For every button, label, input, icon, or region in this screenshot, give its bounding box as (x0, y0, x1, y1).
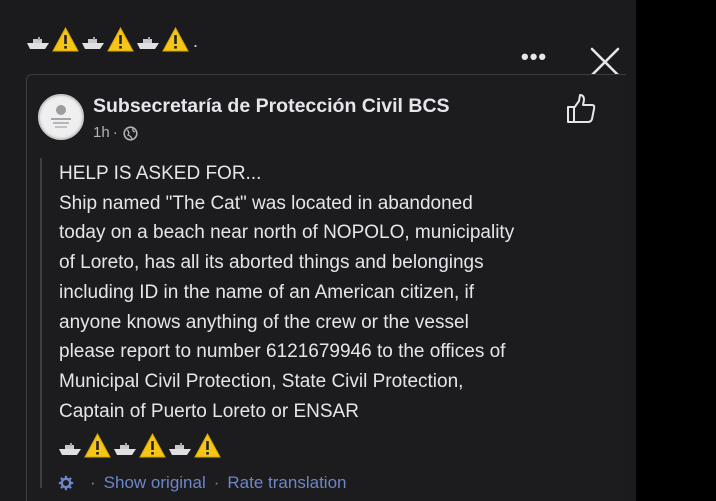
ship-emoji-icon (26, 36, 50, 50)
avatar[interactable] (38, 94, 84, 140)
post-text-line: please report to number 6121679946 to th… (59, 341, 506, 363)
header-emoji-row: . (26, 22, 198, 52)
translation-separator: · (90, 473, 96, 492)
warning-emoji-icon (194, 432, 221, 458)
ship-emoji-icon (168, 442, 192, 456)
page-name-link[interactable]: Subsecretaría de Protección Civil BCS (93, 94, 450, 118)
warning-emoji-icon (162, 26, 189, 52)
trailing-dot: . (193, 31, 199, 51)
warning-emoji-icon (139, 432, 166, 458)
ship-emoji-icon (81, 36, 105, 50)
post-text-line: HELP IS ASKED FOR... (59, 163, 262, 184)
warning-emoji-icon (52, 26, 79, 52)
post-time[interactable]: 1h (93, 124, 110, 142)
post-meta: 1h · (93, 124, 138, 142)
quote-divider (40, 158, 42, 488)
show-original-link[interactable]: Show original (104, 472, 206, 494)
post-text: HELP IS ASKED FOR... Ship named "The Cat… (59, 159, 619, 426)
translation-separator: · (213, 473, 220, 492)
warning-emoji-icon (84, 432, 111, 458)
ship-emoji-icon (113, 442, 137, 456)
right-edge-background (636, 0, 716, 501)
post-text-line: Captain of Puerto Loreto or ENSAR (59, 400, 359, 422)
post-text-line: today on a beach near north of NOPOLO, m… (59, 222, 515, 244)
gear-icon[interactable] (58, 475, 74, 491)
post-text-line: Ship named "The Cat" was located in aban… (59, 192, 473, 214)
ship-emoji-icon (136, 36, 160, 50)
footer-emoji-row (58, 428, 221, 458)
ship-emoji-icon (58, 442, 82, 456)
thumbs-up-icon[interactable] (564, 92, 598, 126)
globe-icon (123, 125, 138, 141)
meta-separator: · (112, 124, 118, 141)
post-text-line: of Loreto, has all its aborted things an… (59, 252, 484, 274)
post-text-line: anyone knows anything of the crew or the… (59, 311, 469, 333)
rate-translation-link[interactable]: Rate translation (227, 472, 346, 494)
post-text-line: including ID in the name of an American … (59, 281, 475, 303)
post-text-line: Municipal Civil Protection, State Civil … (59, 370, 464, 392)
more-options-button[interactable]: ••• (521, 46, 547, 68)
facebook-post-screen: . ••• Subsecretaría de Protección Civil … (0, 0, 636, 501)
translation-bar: · Show original · Rate translation (58, 472, 346, 494)
warning-emoji-icon (107, 26, 134, 52)
